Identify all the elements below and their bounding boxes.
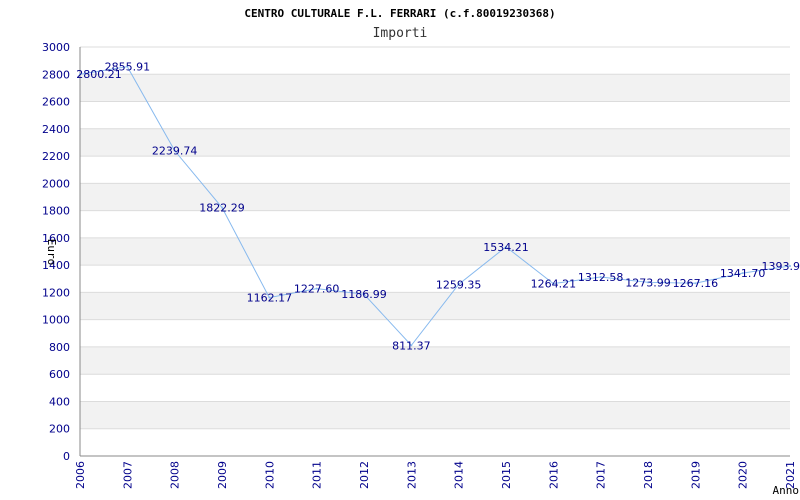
data-label: 1162.17: [247, 292, 293, 305]
data-label: 1259.35: [436, 278, 482, 291]
x-tick-label: 2013: [405, 461, 418, 489]
data-label: 2239.74: [152, 145, 198, 158]
data-label: 1267.16: [673, 277, 719, 290]
y-tick-label: 600: [49, 368, 70, 381]
chart-subtitle: Importi: [373, 26, 428, 41]
y-tick-label: 2000: [42, 177, 70, 190]
y-tick-label: 800: [49, 341, 70, 354]
y-tick-label: 2400: [42, 123, 70, 136]
x-axis-ticks: 2006 2007 2008 2009 2010 2011 2012 2013 2014 2015…: [74, 461, 797, 489]
grid-band: [80, 237, 790, 266]
x-tick-label: 2010: [263, 461, 276, 489]
data-label: 811.37: [392, 339, 431, 352]
y-tick-label: 200: [49, 423, 70, 436]
x-tick-label: 2019: [689, 461, 702, 489]
x-tick-label: 2012: [358, 461, 371, 489]
plot-background-bands: [80, 74, 790, 429]
data-label: 1341.70: [720, 267, 766, 280]
data-label: 1822.29: [199, 202, 245, 215]
x-tick-label: 2006: [74, 461, 87, 489]
data-label: 2855.91: [105, 61, 151, 74]
data-label: 1227.60: [294, 283, 340, 296]
grid-band: [80, 74, 790, 102]
y-tick-label: 2800: [42, 68, 70, 81]
grid-band: [80, 401, 790, 429]
x-tick-label: 2009: [216, 461, 229, 489]
y-tick-label: 1200: [42, 286, 70, 299]
y-tick-label: 3000: [42, 41, 70, 54]
data-label: 1273.99: [625, 276, 671, 289]
data-label: 1186.99: [341, 288, 387, 301]
chart-title: CENTRO CULTURALE F.L. FERRARI (c.f.80019…: [244, 7, 555, 20]
x-tick-label: 2014: [453, 461, 466, 489]
x-tick-label: 2016: [547, 461, 560, 489]
x-tick-label: 2011: [311, 461, 324, 489]
x-tick-label: 2007: [121, 461, 134, 489]
y-tick-label: 2200: [42, 150, 70, 163]
x-axis-label: Anno: [773, 484, 800, 497]
data-label: 1393.9: [762, 260, 800, 273]
line-chart: 0200400600800100012001400160018002000220…: [42, 7, 800, 497]
data-label: 1264.21: [531, 278, 577, 291]
grid-band: [80, 346, 790, 375]
x-tick-label: 2020: [737, 461, 750, 489]
y-tick-label: 1800: [42, 205, 70, 218]
y-tick-label: 0: [63, 450, 70, 463]
x-tick-label: 2015: [500, 461, 513, 489]
grid-band: [80, 183, 790, 211]
y-tick-label: 2600: [42, 96, 70, 109]
y-tick-label: 1000: [42, 314, 70, 327]
x-tick-label: 2008: [169, 461, 182, 489]
y-axis-label: Euro: [45, 239, 58, 266]
data-label: 1534.21: [483, 241, 529, 254]
y-tick-label: 400: [49, 395, 70, 408]
x-tick-label: 2017: [595, 461, 608, 489]
data-label: 1312.58: [578, 271, 624, 284]
x-tick-label: 2018: [642, 461, 655, 489]
